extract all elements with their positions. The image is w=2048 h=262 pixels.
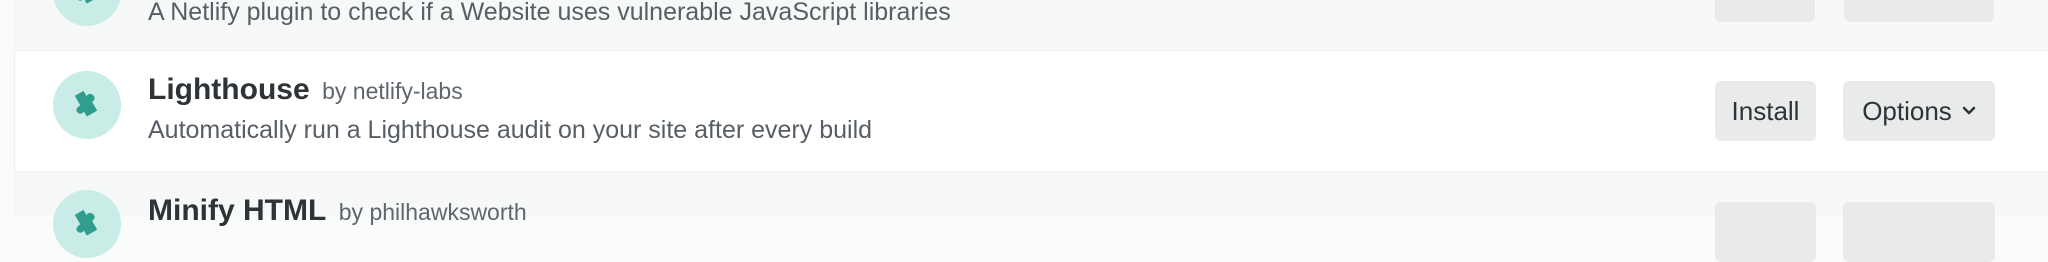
options-button[interactable]: Options — [1843, 81, 1995, 141]
install-button[interactable] — [1715, 202, 1816, 262]
options-button[interactable] — [1844, 0, 1994, 22]
plugin-description: A Netlify plugin to check if a Website u… — [148, 0, 951, 26]
puzzle-piece-icon — [53, 0, 121, 26]
plugin-title-line: Lighthouse by netlify-labs — [148, 73, 463, 107]
plugin-description: Automatically run a Lighthouse audit on … — [148, 116, 873, 144]
plugin-name: Lighthouse — [148, 73, 310, 106]
install-button[interactable] — [1715, 0, 1815, 22]
puzzle-piece-icon — [53, 71, 121, 139]
plugin-author: by philhawksworth — [338, 199, 527, 225]
install-button-label: Install — [1731, 95, 1800, 126]
chevron-down-icon — [1962, 106, 1976, 116]
plugin-row: A Netlify plugin to check if a Website u… — [15, 0, 2048, 50]
plugin-row: Minify HTML by philhawksworth — [15, 172, 2048, 262]
plugin-list: A Netlify plugin to check if a Website u… — [14, 0, 2048, 262]
plugin-title-line: Minify HTML by philhawksworth — [148, 194, 527, 228]
options-button-label: Options — [1862, 95, 1952, 126]
plugin-author: by netlify-labs — [322, 78, 463, 104]
options-button[interactable] — [1843, 202, 1995, 262]
plugin-name: Minify HTML — [148, 194, 327, 227]
plugin-row: Lighthouse by netlify-labs Automatically… — [15, 50, 2048, 172]
puzzle-piece-icon — [53, 190, 121, 258]
install-button[interactable]: Install — [1715, 81, 1816, 141]
